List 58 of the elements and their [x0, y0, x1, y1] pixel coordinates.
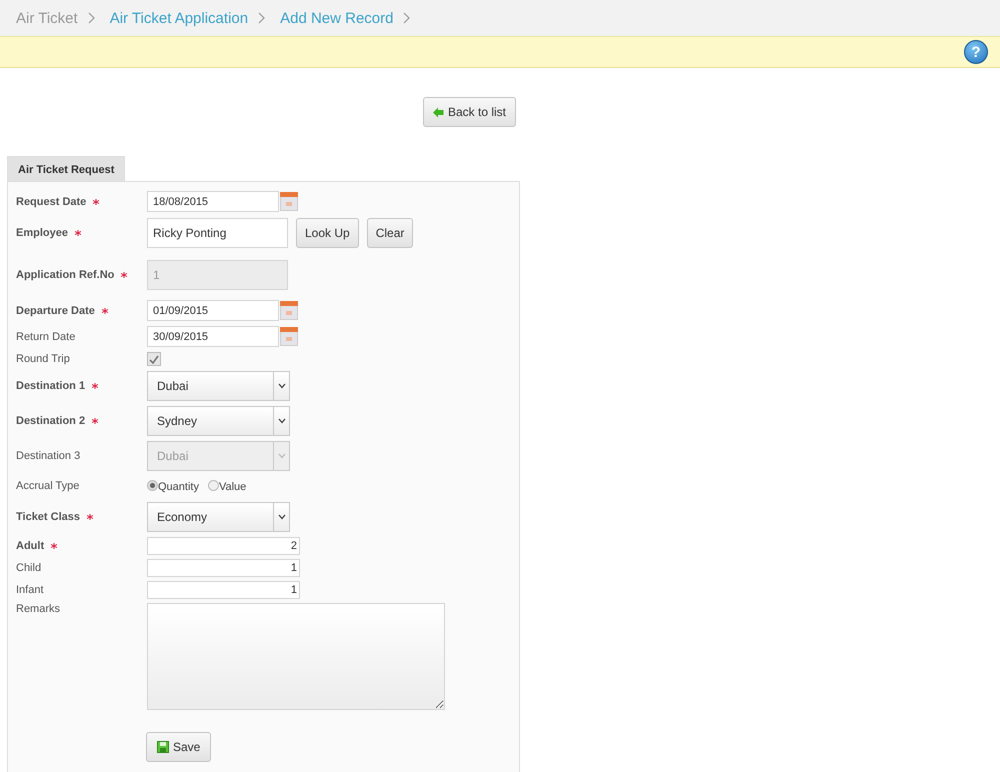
field-label: Destination 1	[16, 380, 86, 392]
required-asterisk-icon	[87, 514, 94, 520]
field-label: Adult	[16, 540, 44, 552]
radio-label: Quantity	[158, 481, 199, 493]
checkbox[interactable]	[147, 352, 161, 366]
field-label: Remarks	[16, 603, 60, 615]
save-button[interactable]: Save	[146, 732, 212, 762]
field-label: Request Date	[16, 196, 86, 208]
field-label: Return Date	[16, 330, 76, 342]
arrow-left-icon	[433, 106, 444, 118]
number-field[interactable]: 1	[147, 559, 300, 577]
required-asterisk-icon	[51, 543, 58, 549]
employee-field[interactable]: Ricky Ponting	[147, 218, 288, 248]
field-label: Departure Date	[16, 304, 95, 316]
dropdown[interactable]: Dubai	[147, 371, 290, 401]
number-field[interactable]: 2	[147, 537, 300, 555]
dropdown[interactable]: Economy	[147, 502, 290, 532]
caret-icon	[278, 514, 286, 520]
form-button[interactable]: Look Up	[296, 218, 359, 248]
radio-button[interactable]	[147, 480, 158, 491]
field-label: Accrual Type	[16, 480, 80, 492]
field-label: Destination 2	[16, 415, 86, 427]
radio-label: Value	[218, 481, 246, 493]
dropdown[interactable]: Sydney	[147, 406, 290, 436]
breadcrumb-item: Air Ticket	[16, 10, 78, 26]
radio-button[interactable]	[208, 480, 219, 491]
chevron-icon	[403, 12, 412, 24]
caret-icon	[278, 383, 286, 389]
calendar-icon[interactable]	[280, 301, 298, 320]
form-tab[interactable]: Air Ticket Request	[7, 156, 126, 181]
field-label: Ticket Class	[16, 511, 80, 523]
field-label: Child	[16, 562, 42, 574]
required-asterisk-icon	[93, 198, 100, 204]
caret-icon	[278, 453, 286, 459]
date-field[interactable]: 18/08/2015	[147, 191, 279, 212]
calendar-icon[interactable]	[280, 192, 298, 211]
field-label: Employee	[16, 227, 68, 239]
chevron-icon	[88, 12, 96, 24]
remarks-field[interactable]	[147, 603, 445, 710]
date-field[interactable]: 01/09/2015	[147, 300, 279, 321]
required-asterisk-icon	[74, 230, 81, 236]
back-to-list-button[interactable]: Back to list	[423, 97, 516, 127]
field-label: Infant	[16, 584, 44, 596]
field-label: Application Ref.No	[16, 269, 114, 281]
field-label: Destination 3	[16, 450, 80, 462]
required-asterisk-icon	[92, 383, 98, 389]
form-button[interactable]: Clear	[366, 218, 414, 248]
number-field[interactable]: 1	[147, 581, 300, 599]
caret-icon	[278, 418, 286, 424]
date-field[interactable]: 30/09/2015	[147, 326, 279, 347]
radio-option[interactable]: Quantity	[147, 478, 199, 493]
required-asterisk-icon	[121, 272, 128, 278]
required-asterisk-icon	[92, 418, 98, 424]
radio-option[interactable]: Value	[208, 478, 246, 493]
required-asterisk-icon	[102, 308, 108, 314]
calendar-icon[interactable]	[280, 327, 298, 346]
field-label: Round Trip	[16, 353, 70, 365]
chevron-icon	[258, 12, 266, 24]
